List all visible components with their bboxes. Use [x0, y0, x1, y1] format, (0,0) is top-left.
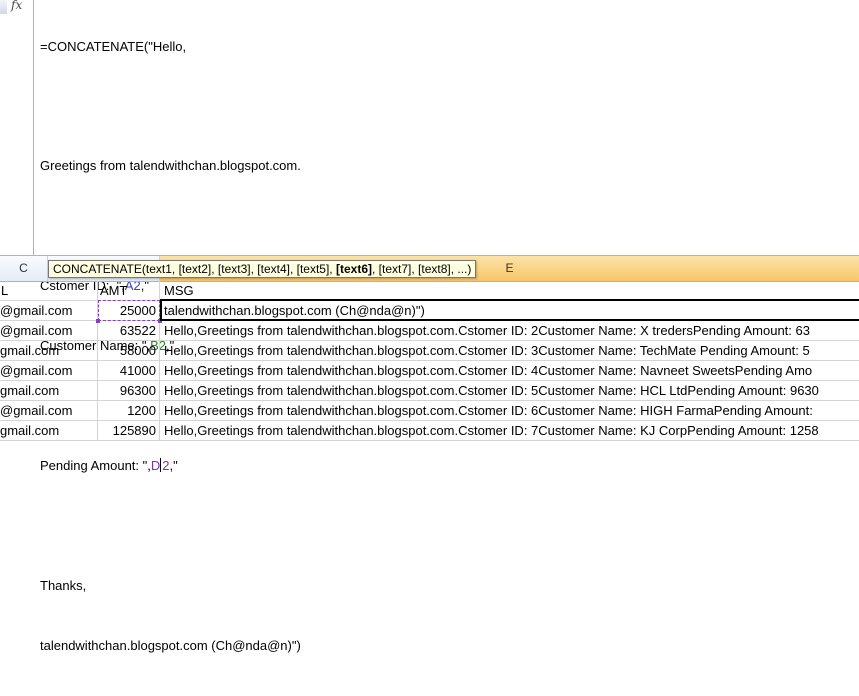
tooltip-text: CONCATENATE(text1, [text2], [text3], [te…: [53, 262, 336, 276]
cell-msg-editing[interactable]: talendwithchan.blogspot.com (Ch@nda@n)"): [160, 301, 859, 320]
cell-msg[interactable]: Hello,Greetings from talendwithchan.blog…: [160, 341, 859, 360]
text-cursor: [160, 458, 162, 472]
column-header-c[interactable]: C: [0, 256, 48, 281]
table-row: @gmail.com 25000 talendwithchan.blogspot…: [0, 301, 859, 321]
cell-header-email[interactable]: L: [0, 281, 98, 300]
formula-line: [40, 216, 850, 236]
name-box-scroll-edge[interactable]: [0, 0, 7, 14]
cell-msg[interactable]: Hello,Greetings from talendwithchan.blog…: [160, 421, 859, 440]
insert-function-icon[interactable]: fx: [11, 0, 22, 12]
cell-reference-text: D: [150, 458, 161, 473]
cell-email[interactable]: @gmail.com: [0, 321, 98, 340]
cell-email[interactable]: @gmail.com: [0, 301, 98, 320]
cell-email[interactable]: gmail.com: [0, 381, 98, 400]
cell-header-amt[interactable]: AMT: [98, 281, 160, 300]
cell-email[interactable]: gmail.com: [0, 341, 98, 360]
formula-text-segment: Pending Amount: ",: [40, 458, 151, 473]
formula-line: Pending Amount: ",D 2,": [40, 456, 850, 476]
cell-amt[interactable]: 25000: [98, 301, 160, 320]
cell-email[interactable]: @gmail.com: [0, 361, 98, 380]
cell-msg[interactable]: Hello,Greetings from talendwithchan.blog…: [160, 381, 859, 400]
cell-amt[interactable]: 58000: [98, 341, 160, 360]
tooltip-text: , [text7], [text8], ...): [372, 262, 472, 276]
function-argument-tooltip[interactable]: CONCATENATE(text1, [text2], [text3], [te…: [48, 260, 477, 278]
cell-msg[interactable]: Hello,Greetings from talendwithchan.blog…: [160, 321, 859, 340]
cell-amt[interactable]: 125890: [98, 421, 160, 440]
cell-amt[interactable]: 41000: [98, 361, 160, 380]
formula-line: =CONCATENATE("Hello,: [40, 39, 187, 54]
formula-line: talendwithchan.blogspot.com (Ch@nda@n)"): [40, 638, 301, 653]
cell-email[interactable]: @gmail.com: [0, 401, 98, 420]
formula-text-segment: ,": [169, 458, 178, 473]
spreadsheet-grid: L AMT MSG @gmail.com 25000 talendwithcha…: [0, 281, 859, 451]
cell-header-msg[interactable]: MSG: [160, 281, 859, 300]
cell-reference-text: 2: [162, 458, 170, 473]
table-row: @gmail.com 41000 Hello,Greetings from ta…: [0, 361, 859, 381]
formula-bar-gutter: fx: [0, 0, 34, 255]
formula-bar: fx =CONCATENATE("Hello, Greetings from t…: [0, 0, 859, 653]
table-row: gmail.com 96300 Hello,Greetings from tal…: [0, 381, 859, 401]
cell-email[interactable]: gmail.com: [0, 421, 98, 440]
cell-amt[interactable]: 1200: [98, 401, 160, 420]
table-row: @gmail.com 1200 Hello,Greetings from tal…: [0, 401, 859, 421]
table-row: @gmail.com 63522 Hello,Greetings from ta…: [0, 321, 859, 341]
cell-msg[interactable]: Hello,Greetings from talendwithchan.blog…: [160, 361, 859, 380]
formula-line: [40, 96, 850, 116]
formula-line: [40, 516, 850, 536]
formula-line: Thanks,: [40, 578, 87, 593]
cell-msg[interactable]: Hello,Greetings from talendwithchan.blog…: [160, 401, 859, 420]
table-row: gmail.com 125890 Hello,Greetings from ta…: [0, 421, 859, 441]
tooltip-current-argument: [text6]: [335, 262, 372, 276]
cell-amt[interactable]: 96300: [98, 381, 160, 400]
cell-reference-d2: D2: [150, 458, 170, 473]
table-row: gmail.com 58000 Hello,Greetings from tal…: [0, 341, 859, 361]
cell-amt[interactable]: 63522: [98, 321, 160, 340]
formula-line: Greetings from talendwithchan.blogspot.c…: [40, 158, 301, 173]
table-header-row: L AMT MSG: [0, 281, 859, 301]
